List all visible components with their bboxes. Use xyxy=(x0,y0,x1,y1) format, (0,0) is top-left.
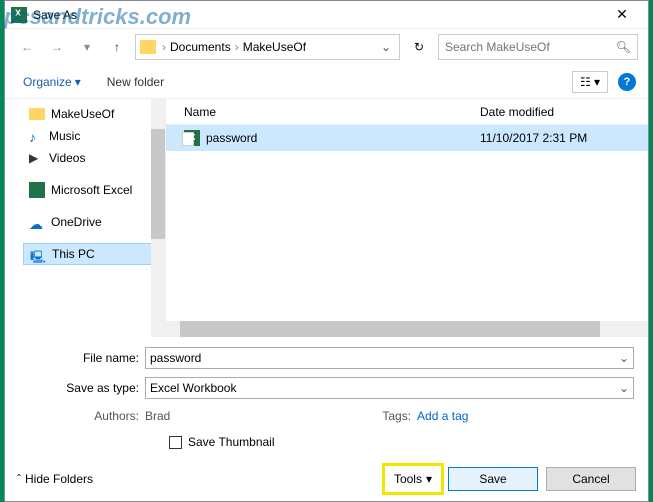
forward-button[interactable]: → xyxy=(45,35,69,59)
save-thumbnail-label: Save Thumbnail xyxy=(188,435,275,449)
filetype-row: Save as type: Excel Workbook ⌄ xyxy=(19,377,634,399)
folder-icon xyxy=(140,40,156,54)
tools-button[interactable]: Tools ▾ xyxy=(386,467,440,491)
hide-folders-button[interactable]: ˆ Hide Folders xyxy=(17,472,93,486)
save-thumbnail-checkbox[interactable] xyxy=(169,436,182,449)
chevron-down-icon: ▾ xyxy=(75,75,81,89)
folder-icon xyxy=(29,108,45,120)
filename-label: File name: xyxy=(19,351,139,365)
tree-item[interactable]: MakeUseOf xyxy=(23,103,165,125)
breadcrumb[interactable]: › Documents › MakeUseOf ⌄ xyxy=(135,34,400,60)
window-title: Save As xyxy=(33,8,602,22)
scroll-thumb[interactable] xyxy=(151,129,165,239)
tree-item-excel[interactable]: Microsoft Excel xyxy=(23,179,165,201)
nav-bar: ← → ▾ ↑ › Documents › MakeUseOf ⌄ ↻ 🔍︎ xyxy=(5,29,648,65)
up-button[interactable]: ↑ xyxy=(105,35,129,59)
content-area: MakeUseOf ♪ Music ▶ Videos Microsoft Exc… xyxy=(5,99,648,337)
tags-label: Tags: xyxy=(382,409,411,423)
onedrive-icon: ☁ xyxy=(29,216,45,228)
tree-item-label: This PC xyxy=(52,247,95,261)
new-folder-button[interactable]: New folder xyxy=(101,72,170,92)
file-name: password xyxy=(206,131,480,145)
search-box[interactable]: 🔍︎ xyxy=(438,34,638,60)
folder-tree: MakeUseOf ♪ Music ▶ Videos Microsoft Exc… xyxy=(5,99,165,337)
tree-item-label: Music xyxy=(49,129,80,143)
pc-icon: 🖳 xyxy=(30,248,46,260)
help-button[interactable]: ? xyxy=(618,73,636,91)
chevron-right-icon: › xyxy=(160,40,168,54)
close-button[interactable]: ✕ xyxy=(602,1,642,29)
save-thumbnail-row: Save Thumbnail xyxy=(169,435,634,449)
tree-item-label: OneDrive xyxy=(51,215,102,229)
video-icon: ▶ xyxy=(29,151,43,165)
refresh-button[interactable]: ↻ xyxy=(406,34,432,60)
chevron-up-icon: ˆ xyxy=(17,472,21,486)
excel-app-icon xyxy=(11,7,27,23)
title-bar: Save As ✕ xyxy=(5,1,648,29)
tags-value[interactable]: Add a tag xyxy=(417,409,468,423)
scroll-thumb[interactable] xyxy=(180,321,600,337)
tree-item-label: MakeUseOf xyxy=(51,107,114,121)
toolbar: Organize▾ New folder ☷ ▾ ? xyxy=(5,65,648,99)
authors-value[interactable]: Brad xyxy=(145,409,170,423)
chevron-down-icon: ▾ xyxy=(426,472,432,486)
file-date: 11/10/2017 2:31 PM xyxy=(480,131,630,145)
excel-file-icon xyxy=(184,130,200,146)
bottom-panel: File name: password ⌄ Save as type: Exce… xyxy=(5,337,648,457)
tree-scrollbar[interactable] xyxy=(151,99,165,337)
tree-item-onedrive[interactable]: ☁ OneDrive xyxy=(23,211,165,233)
search-input[interactable] xyxy=(445,40,616,54)
tree-item-this-pc[interactable]: 🖳 This PC xyxy=(23,243,165,265)
authors-label: Authors: xyxy=(19,409,139,423)
metadata-row: Authors: Brad Tags: Add a tag xyxy=(19,409,634,423)
footer: ˆ Hide Folders Tools ▾ Save Cancel xyxy=(5,457,648,501)
breadcrumb-segment[interactable]: MakeUseOf xyxy=(243,40,306,54)
recent-dropdown[interactable]: ▾ xyxy=(75,35,99,59)
tree-item-label: Videos xyxy=(49,151,85,165)
filename-value: password xyxy=(150,351,201,365)
view-options-button[interactable]: ☷ ▾ xyxy=(572,71,608,93)
breadcrumb-dropdown[interactable]: ⌄ xyxy=(377,40,395,54)
filetype-label: Save as type: xyxy=(19,381,139,395)
file-row[interactable]: password 11/10/2017 2:31 PM xyxy=(166,125,648,151)
column-header-row: Name Date modified xyxy=(166,99,648,125)
cancel-button[interactable]: Cancel xyxy=(546,467,636,491)
column-header-date[interactable]: Date modified xyxy=(480,105,630,119)
save-as-dialog: Save As ✕ ← → ▾ ↑ › Documents › MakeUseO… xyxy=(4,0,649,502)
filename-input[interactable]: password ⌄ xyxy=(145,347,634,369)
excel-icon xyxy=(29,182,45,198)
horizontal-scrollbar[interactable] xyxy=(166,321,648,337)
breadcrumb-segment[interactable]: Documents xyxy=(170,40,231,54)
music-icon: ♪ xyxy=(29,129,43,143)
tree-item[interactable]: ♪ Music xyxy=(23,125,165,147)
save-button[interactable]: Save xyxy=(448,467,538,491)
tree-item[interactable]: ▶ Videos xyxy=(23,147,165,169)
chevron-right-icon: › xyxy=(233,40,241,54)
tree-item-label: Microsoft Excel xyxy=(51,183,132,197)
column-header-name[interactable]: Name xyxy=(184,105,480,119)
filename-row: File name: password ⌄ xyxy=(19,347,634,369)
chevron-down-icon[interactable]: ⌄ xyxy=(619,381,629,395)
file-list-pane: Name Date modified password 11/10/2017 2… xyxy=(165,99,648,337)
back-button[interactable]: ← xyxy=(15,35,39,59)
organize-button[interactable]: Organize▾ xyxy=(17,72,87,92)
filetype-select[interactable]: Excel Workbook ⌄ xyxy=(145,377,634,399)
search-icon[interactable]: 🔍︎ xyxy=(616,40,631,54)
chevron-down-icon[interactable]: ⌄ xyxy=(619,351,629,365)
filetype-value: Excel Workbook xyxy=(150,381,236,395)
